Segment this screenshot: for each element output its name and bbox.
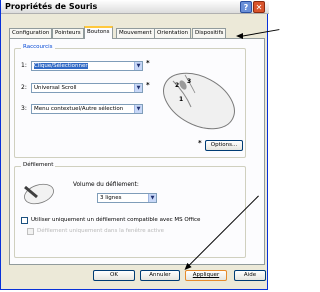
chevron-down-icon: ▼ — [148, 194, 156, 202]
window-title: Propriétés de Souris — [5, 2, 98, 11]
close-button[interactable]: ✕ — [253, 1, 265, 13]
mouse-number-3: 3 — [187, 78, 191, 85]
ok-button[interactable]: OK — [93, 270, 135, 281]
button-1-dropdown[interactable]: Clique/Sélectionner ▼ — [31, 61, 143, 71]
volume-value: 3 lignes — [100, 195, 122, 201]
shortcuts-group: Raccourcis 1: Clique/Sélectionner ▼ * 2:… — [14, 44, 246, 158]
tab-boutons[interactable]: Boutons — [84, 26, 113, 39]
apply-button-label: Appliquer — [192, 272, 220, 278]
row-3-number: 3: — [21, 105, 27, 112]
row-2-marker: * — [146, 81, 150, 89]
tab-configuration[interactable]: Configuration — [9, 28, 53, 38]
shortcuts-group-label: Raccourcis — [21, 44, 55, 50]
apply-button[interactable]: Appliquer — [185, 270, 227, 281]
ms-office-scroll-label: Utiliser uniquement un défilement compat… — [31, 217, 201, 223]
chevron-down-icon: ▼ — [134, 84, 142, 92]
help-button[interactable]: ? — [240, 1, 252, 13]
button-3-value: Menu contextuel/Autre sélection — [34, 106, 124, 112]
mouse-number-2: 2 — [175, 82, 179, 89]
button-2-dropdown[interactable]: Universal Scroll ▼ — [31, 83, 143, 93]
volume-label: Volume du défilement: — [73, 182, 139, 188]
question-mark-icon: ? — [243, 3, 249, 12]
close-x-icon: ✕ — [255, 3, 263, 12]
mouse-number-1: 1 — [179, 96, 183, 103]
title-bar[interactable]: Propriétés de Souris ? ✕ — [1, 0, 269, 14]
cancel-button[interactable]: Annuler — [140, 270, 180, 281]
button-2-value: Universal Scroll — [34, 85, 77, 91]
options-marker: * — [198, 139, 202, 147]
tab-panel: Raccourcis 1: Clique/Sélectionner ▼ * 2:… — [9, 38, 265, 265]
mouse-illustration: 2 3 1 — [163, 72, 235, 130]
scroll-mouse-icon — [24, 183, 54, 205]
volume-dropdown[interactable]: 3 lignes ▼ — [97, 193, 157, 203]
row-1-marker: * — [146, 59, 150, 67]
active-window-scroll-label: Défilement uniquement dans la fenêtre ac… — [37, 228, 165, 234]
active-window-scroll-checkbox[interactable] — [27, 228, 34, 235]
scroll-group-label: Défilement — [21, 162, 56, 168]
help-button-label: Aide — [243, 272, 257, 278]
tab-orientation[interactable]: Orientation — [154, 28, 192, 38]
arrowhead-icon — [236, 33, 243, 39]
tab-strip: Configuration Pointeurs Boutons Mouvemen… — [9, 26, 239, 39]
row-2-number: 2: — [21, 84, 27, 91]
options-button-label: Options... — [210, 142, 238, 148]
tab-dispositifs[interactable]: Dispositifs — [192, 28, 227, 38]
cancel-button-label: Annuler — [149, 272, 171, 278]
chevron-down-icon: ▼ — [134, 105, 142, 113]
mouse-properties-window: Propriétés de Souris ? ✕ Configuration P… — [0, 0, 269, 290]
row-1-number: 1: — [21, 62, 27, 69]
button-3-dropdown[interactable]: Menu contextuel/Autre sélection ▼ — [31, 104, 143, 114]
ms-office-scroll-checkbox[interactable] — [21, 217, 28, 224]
help-text-button[interactable]: Aide — [234, 270, 266, 281]
ok-button-label: OK — [110, 272, 118, 278]
mouse-icon — [163, 72, 235, 130]
options-button[interactable]: Options... — [205, 140, 243, 151]
tab-pointeurs[interactable]: Pointeurs — [52, 28, 84, 38]
chevron-down-icon: ▼ — [134, 62, 142, 70]
tab-mouvement[interactable]: Mouvement — [116, 28, 155, 38]
button-1-value: Clique/Sélectionner — [34, 63, 88, 69]
